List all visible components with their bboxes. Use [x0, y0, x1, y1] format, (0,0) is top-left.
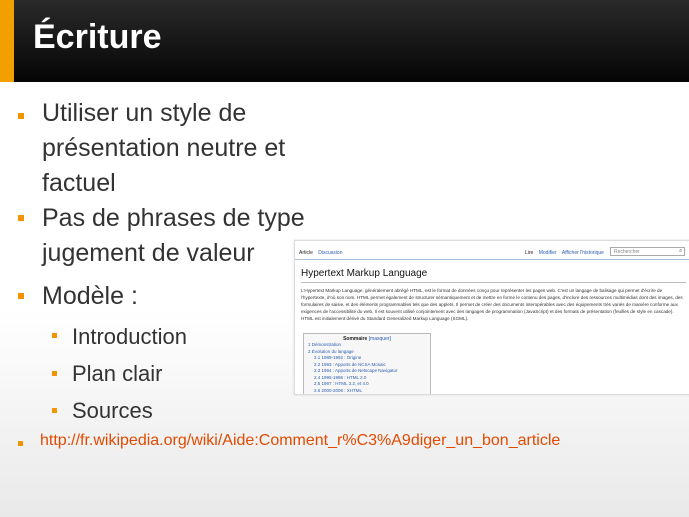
- article-heading: Hypertext Markup Language: [301, 268, 428, 279]
- search-icon[interactable]: ⌕: [679, 248, 682, 255]
- tab-article[interactable]: Article: [299, 250, 313, 256]
- table-of-contents: Sommaire [masquer] 1 Démonstration 2 Évo…: [303, 333, 431, 395]
- bullet-2: Pas de phrases de type jugement de valeu…: [42, 201, 305, 271]
- tab-discussion[interactable]: Discussion: [318, 250, 342, 256]
- toc-item[interactable]: 2.6 2000-2006 : XHTML: [314, 388, 430, 395]
- subbullet-introduction: Introduction: [72, 324, 187, 349]
- bullet-2-line-1: Pas de phrases de type: [42, 204, 305, 232]
- view-tabs: Lire Modifier Afficher l'historique: [525, 250, 608, 256]
- subbullet-sources: Sources: [72, 398, 153, 423]
- header-divider: [295, 259, 689, 260]
- bullet-marker: [18, 113, 24, 119]
- bullet-marker: [18, 215, 24, 221]
- bullet-1-line-3: factuel: [42, 169, 116, 197]
- bullet-1: Utiliser un style de présentation neutre…: [42, 96, 285, 201]
- subbullet-marker: [52, 371, 57, 376]
- wikipedia-screenshot: Article Discussion Lire Modifier Affiche…: [294, 240, 689, 395]
- bullet-1-line-2: présentation neutre et: [42, 134, 286, 162]
- subbullet-plan: Plan clair: [72, 361, 163, 386]
- subbullet-marker: [52, 408, 57, 413]
- bullet-1-line-1: Utiliser un style de: [42, 99, 247, 127]
- toc-toggle[interactable]: [masquer]: [369, 336, 391, 342]
- tab-read[interactable]: Lire: [525, 250, 533, 256]
- heading-divider: [301, 282, 686, 283]
- link-bullet-marker: [18, 441, 23, 446]
- bullet-marker: [18, 293, 24, 299]
- subbullet-marker: [52, 333, 57, 338]
- article-paragraph: L'Hypertext Markup Language, généralemen…: [301, 288, 683, 321]
- bullet-3: Modèle :: [42, 279, 138, 314]
- wikipedia-link[interactable]: http://fr.wikipedia.org/wiki/Aide:Commen…: [40, 432, 560, 450]
- search-input[interactable]: Rechercher: [610, 247, 685, 256]
- slide-title: Écriture: [33, 18, 162, 56]
- article-tabs: Article Discussion: [299, 250, 346, 256]
- bullet-3-line-1: Modèle :: [42, 282, 138, 310]
- bullet-2-line-2: jugement de valeur: [42, 239, 255, 267]
- tab-edit[interactable]: Modifier: [539, 250, 557, 256]
- tab-history[interactable]: Afficher l'historique: [562, 250, 604, 256]
- toc-title: Sommaire: [343, 336, 368, 342]
- title-accent-bar: [0, 0, 14, 82]
